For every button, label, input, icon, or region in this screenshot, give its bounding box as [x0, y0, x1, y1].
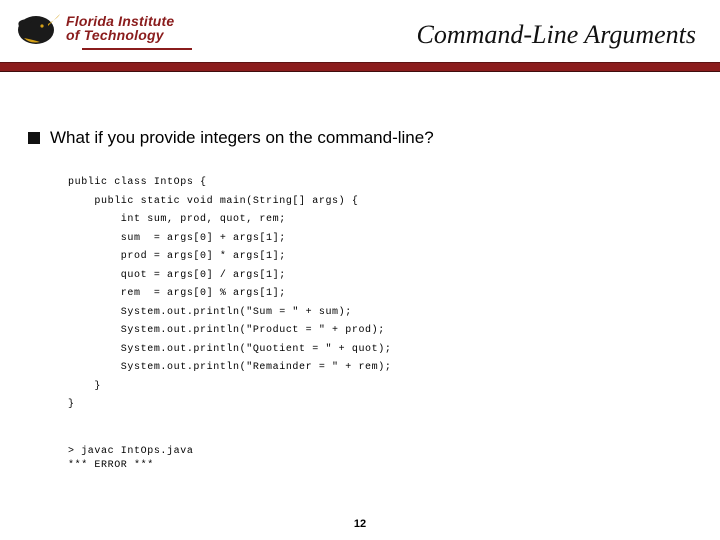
code-line: System.out.println("Sum = " + sum);	[68, 307, 352, 318]
header-divider-bar	[0, 62, 720, 72]
shell-line: *** ERROR ***	[68, 460, 154, 471]
code-line: int sum, prod, quot, rem;	[68, 214, 286, 225]
code-line: prod = args[0] * args[1];	[68, 251, 286, 262]
code-line: sum = args[0] + args[1];	[68, 233, 286, 244]
logo-text: Florida Institute of Technology	[66, 14, 174, 42]
code-block: public class IntOps { public static void…	[68, 174, 696, 415]
code-line: System.out.println("Product = " + prod);	[68, 325, 385, 336]
slide-content: What if you provide integers on the comm…	[28, 128, 696, 473]
logo-underline	[82, 48, 192, 50]
shell-line: > javac IntOps.java	[68, 446, 193, 457]
code-line: System.out.println("Remainder = " + rem)…	[68, 362, 391, 373]
slide-header: Florida Institute of Technology Command-…	[0, 0, 720, 68]
code-line: System.out.println("Quotient = " + quot)…	[68, 344, 391, 355]
page-number: 12	[0, 518, 720, 530]
panther-logo-icon	[14, 8, 62, 48]
code-line: quot = args[0] / args[1];	[68, 270, 286, 281]
code-line: }	[68, 399, 75, 410]
square-bullet-icon	[28, 132, 40, 144]
shell-output: > javac IntOps.java *** ERROR ***	[68, 445, 696, 473]
institution-logo: Florida Institute of Technology	[14, 4, 184, 52]
code-line: public class IntOps {	[68, 177, 207, 188]
logo-line-1: Florida Institute	[66, 14, 174, 28]
code-line: rem = args[0] % args[1];	[68, 288, 286, 299]
bullet-text: What if you provide integers on the comm…	[50, 128, 434, 148]
logo-line-2: of Technology	[66, 28, 174, 42]
code-line: public static void main(String[] args) {	[68, 196, 358, 207]
bullet-item: What if you provide integers on the comm…	[28, 128, 696, 148]
slide-title: Command-Line Arguments	[417, 20, 697, 50]
code-line: }	[68, 381, 101, 392]
